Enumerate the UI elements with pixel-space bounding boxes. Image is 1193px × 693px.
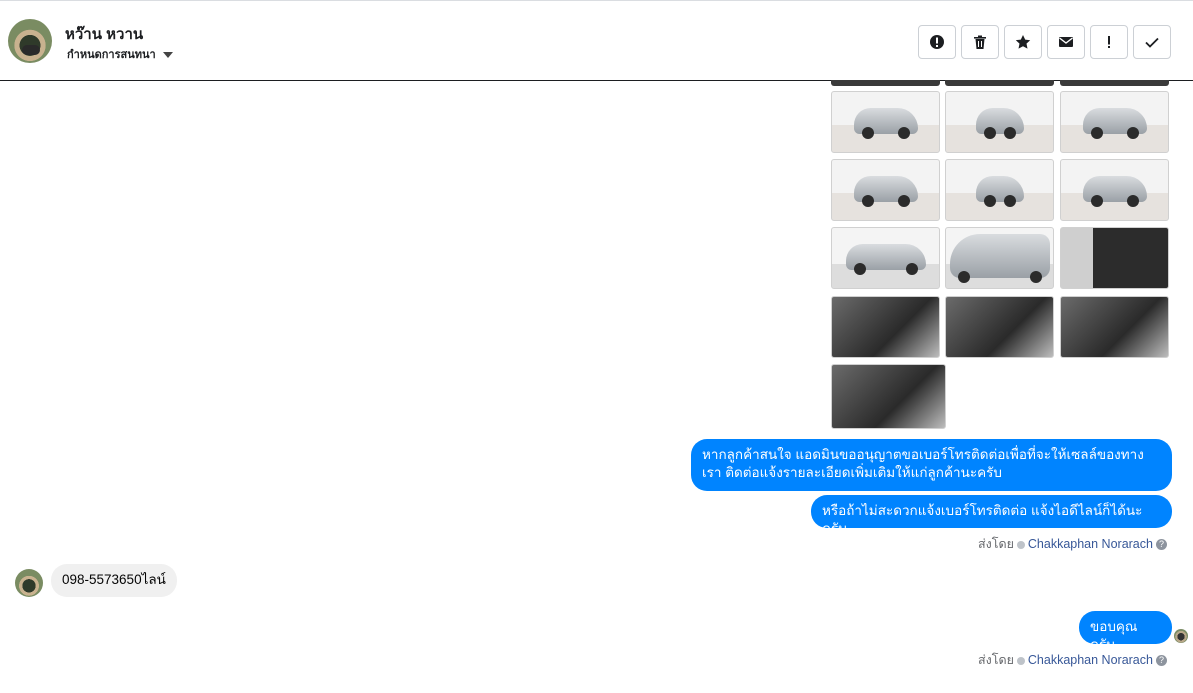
- star-icon: [1015, 35, 1031, 49]
- mark-unread-button[interactable]: [1047, 25, 1085, 59]
- image-thumbnail[interactable]: [1060, 227, 1169, 289]
- image-thumbnail[interactable]: [831, 91, 940, 153]
- image-thumbnail[interactable]: [945, 227, 1054, 289]
- image-thumbnail[interactable]: [945, 159, 1054, 221]
- caret-down-icon: [162, 52, 173, 59]
- sender-name-link[interactable]: Chakkaphan Norarach: [1028, 653, 1153, 667]
- image-thumbnail[interactable]: [1060, 296, 1169, 358]
- outgoing-message[interactable]: หรือถ้าไม่สะดวกแจ้งเบอร์โทรติดต่อ แจ้งไอ…: [811, 495, 1172, 536]
- sent-by-label: ส่งโดย Chakkaphan Norarach?: [978, 534, 1167, 554]
- exclamation-icon: [1108, 36, 1110, 48]
- follow-up-button[interactable]: [1090, 25, 1128, 59]
- sent-by-prefix: ส่งโดย: [978, 653, 1014, 667]
- image-thumbnail[interactable]: [1060, 159, 1169, 221]
- image-thumbnail[interactable]: [945, 80, 1054, 86]
- image-thumbnail[interactable]: [831, 159, 940, 221]
- message-text: ขอบคุณครับ: [1090, 619, 1138, 652]
- delete-button[interactable]: [961, 25, 999, 59]
- image-thumbnail[interactable]: [831, 80, 940, 86]
- conversation-setting-dropdown[interactable]: กำหนดการสนทนา: [67, 45, 173, 63]
- star-button[interactable]: [1004, 25, 1042, 59]
- page-icon: [1016, 540, 1025, 549]
- sent-by-label: ส่งโดย Chakkaphan Norarach?: [978, 650, 1167, 670]
- read-receipt-avatar: [1174, 629, 1188, 643]
- mark-done-button[interactable]: [1133, 25, 1171, 59]
- sender-name-link[interactable]: Chakkaphan Norarach: [1028, 537, 1153, 551]
- image-thumbnail[interactable]: [831, 296, 940, 358]
- outgoing-message[interactable]: ขอบคุณครับ: [1079, 611, 1172, 652]
- page-icon: [1016, 656, 1025, 665]
- message-text: หรือถ้าไม่สะดวกแจ้งเบอร์โทรติดต่อ แจ้งไอ…: [822, 503, 1143, 536]
- incoming-message[interactable]: 098-5573650ไลน์: [51, 564, 177, 597]
- check-icon: [1145, 37, 1159, 48]
- conversation-header: หว๊าน หวาน กำหนดการสนทนา: [0, 0, 1193, 81]
- message-text: หากลูกค้าสนใจ แอดมินขออนุญาตขอเบอร์โทรติ…: [702, 447, 1144, 480]
- image-thumbnail[interactable]: [945, 91, 1054, 153]
- outgoing-message[interactable]: หากลูกค้าสนใจ แอดมินขออนุญาตขอเบอร์โทรติ…: [691, 439, 1172, 491]
- image-thumbnail[interactable]: [1060, 80, 1169, 86]
- conversation-setting-label: กำหนดการสนทนา: [67, 49, 156, 61]
- help-icon[interactable]: ?: [1155, 655, 1167, 667]
- contact-avatar[interactable]: [8, 19, 52, 63]
- sent-by-prefix: ส่งโดย: [978, 537, 1014, 551]
- contact-name[interactable]: หว๊าน หวาน: [65, 22, 143, 46]
- image-thumbnail[interactable]: [1060, 91, 1169, 153]
- image-thumbnail[interactable]: [831, 364, 946, 429]
- envelope-icon: [1059, 37, 1073, 47]
- alert-circle-icon: [930, 35, 944, 49]
- trash-icon: [974, 35, 986, 49]
- report-spam-button[interactable]: [918, 25, 956, 59]
- message-text: 098-5573650ไลน์: [62, 572, 166, 587]
- image-thumbnail[interactable]: [831, 227, 940, 289]
- help-icon[interactable]: ?: [1155, 539, 1167, 551]
- contact-avatar-small[interactable]: [15, 569, 43, 597]
- image-thumbnail[interactable]: [945, 296, 1054, 358]
